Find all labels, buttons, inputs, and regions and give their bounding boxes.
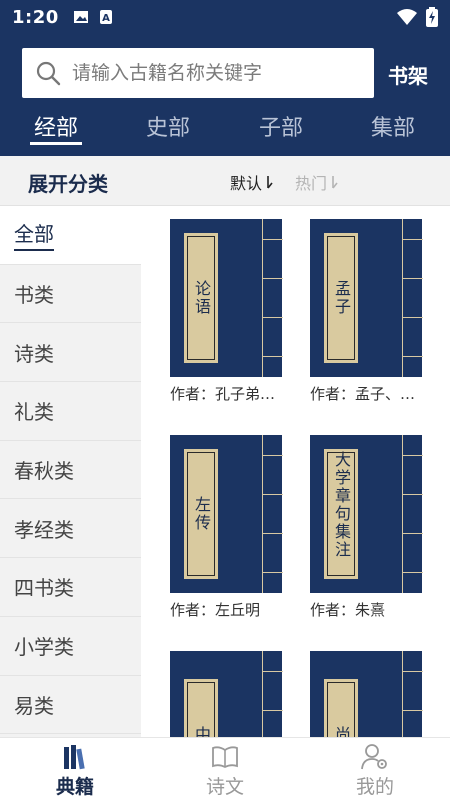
sort-default-button[interactable]: 默认 — [230, 170, 274, 194]
filter-bar: 展开分类 默认 热门 — [0, 156, 450, 206]
nav-poetry[interactable]: 诗文 — [180, 742, 270, 799]
sidebar-item-label: 全部 — [14, 218, 54, 252]
sidebar-item-shu[interactable]: 书类 — [0, 265, 141, 324]
sidebar-item-xiaoxue[interactable]: 小学类 — [0, 617, 141, 676]
sidebar-item-label: 诗类 — [14, 341, 54, 366]
svg-text:A: A — [102, 13, 110, 24]
book-title-label: 左传 — [184, 449, 218, 579]
status-bar: 1:20 A — [0, 0, 450, 34]
nav-classics[interactable]: 典籍 — [30, 742, 120, 799]
book-author: 作者：孟子、… — [310, 385, 416, 403]
wifi-icon — [397, 9, 417, 25]
sidebar-item-label: 春秋类 — [14, 459, 74, 484]
book-cover: 左传 — [170, 435, 283, 593]
sidebar-item-label: 书类 — [14, 283, 54, 308]
book-title-label: 论语 — [184, 233, 218, 363]
sidebar-item-sishu[interactable]: 四书类 — [0, 558, 141, 617]
book-spine — [262, 435, 283, 593]
open-book-icon — [212, 746, 238, 769]
book-cover: 孟子 — [310, 219, 423, 377]
book-card[interactable]: 孟子 作者：孟子、… — [310, 219, 423, 404]
tab-jingbu[interactable]: 经部 — [16, 110, 96, 142]
bookshelf-button[interactable]: 书架 — [388, 60, 428, 89]
sidebar-item-label: 四书类 — [14, 576, 74, 601]
gallery-icon — [73, 11, 88, 23]
nav-label: 典籍 — [55, 776, 94, 798]
book-title: 孟子 — [332, 280, 351, 316]
book-spine — [402, 219, 423, 377]
status-time: 1:20 — [12, 6, 59, 28]
book-cover: 尚书 — [310, 651, 423, 737]
book-title-label: 大学章句集注 — [324, 449, 358, 579]
book-title: 左传 — [192, 496, 211, 532]
book-cover: 中庸 — [170, 651, 283, 737]
book-title: 论语 — [192, 280, 211, 316]
search-icon — [36, 61, 61, 86]
notification-a-icon: A — [99, 10, 112, 24]
book-title-label: 尚书 — [324, 679, 358, 737]
sidebar-item-label: 礼类 — [14, 400, 54, 425]
book-card[interactable]: 中庸 — [170, 651, 283, 737]
book-card[interactable]: 尚书 — [310, 651, 423, 737]
nav-label: 我的 — [355, 776, 394, 798]
sidebar-item-label: 小学类 — [14, 635, 74, 660]
sidebar-item-xiaojing[interactable]: 孝经类 — [0, 499, 141, 559]
book-spine — [402, 651, 423, 737]
app-header: 1:20 A 请输入古籍名称关键字 书架 经部 史部 子部 集部 — [0, 0, 450, 156]
book-grid: 论语 作者：孔子弟… 孟子 作者：孟子、… 左传 作者：左丘明 大学章句集注 作… — [141, 206, 450, 737]
book-cover: 大学章句集注 — [310, 435, 423, 593]
sort-default-label: 默认 — [230, 174, 263, 193]
sidebar-item-shi[interactable]: 诗类 — [0, 323, 141, 383]
sort-arrow-icon — [332, 176, 338, 189]
search-row: 书架 — [0, 48, 450, 100]
sort-hot-label: 热门 — [295, 174, 328, 193]
book-title: 大学章句集注 — [332, 451, 351, 559]
active-tab-indicator — [30, 142, 82, 145]
search-box[interactable] — [22, 48, 374, 98]
expand-categories-button[interactable]: 展开分类 — [28, 168, 108, 197]
tab-shibu[interactable]: 史部 — [128, 110, 208, 142]
nav-mine[interactable]: 我的 — [330, 742, 420, 799]
book-card[interactable]: 大学章句集注 作者：朱熹 — [310, 435, 423, 620]
book-title: 中庸 — [189, 726, 213, 737]
bottom-navigation: 典籍 诗文 我的 — [0, 737, 450, 800]
sidebar-item-yi[interactable]: 易类 — [0, 676, 141, 735]
sidebar-item-chunqiu[interactable]: 春秋类 — [0, 441, 141, 500]
sidebar-item-label: 孝经类 — [14, 517, 74, 542]
book-card[interactable]: 左传 作者：左丘明 — [170, 435, 283, 620]
sidebar-item-li[interactable]: 礼类 — [0, 382, 141, 441]
battery-icon — [426, 7, 438, 27]
book-spine — [402, 435, 423, 593]
sort-arrow-icon — [267, 176, 273, 189]
user-settings-icon — [361, 744, 387, 770]
category-sidebar: 全部 书类 诗类 礼类 春秋类 孝经类 四书类 小学类 易类 — [0, 206, 141, 737]
book-title-label: 中庸 — [184, 679, 218, 737]
search-input[interactable] — [72, 62, 352, 84]
tab-jibu[interactable]: 集部 — [353, 110, 433, 142]
sort-hot-button[interactable]: 热门 — [295, 170, 339, 194]
book-cover: 论语 — [170, 219, 283, 377]
category-tabs: 经部 史部 子部 集部 — [0, 104, 450, 156]
book-card[interactable]: 论语 作者：孔子弟… — [170, 219, 283, 404]
book-title-label: 孟子 — [324, 233, 358, 363]
sidebar-item-all[interactable]: 全部 — [0, 206, 141, 265]
book-spine — [262, 219, 283, 377]
book-title: 尚书 — [329, 726, 353, 737]
book-author: 作者：左丘明 — [170, 601, 261, 619]
book-author: 作者：朱熹 — [310, 601, 386, 619]
book-author: 作者：孔子弟… — [170, 385, 276, 403]
nav-label: 诗文 — [205, 776, 244, 798]
book-spine — [262, 651, 283, 737]
tab-zibu[interactable]: 子部 — [241, 110, 321, 142]
sidebar-item-label: 易类 — [14, 693, 54, 718]
books-icon — [64, 745, 85, 770]
